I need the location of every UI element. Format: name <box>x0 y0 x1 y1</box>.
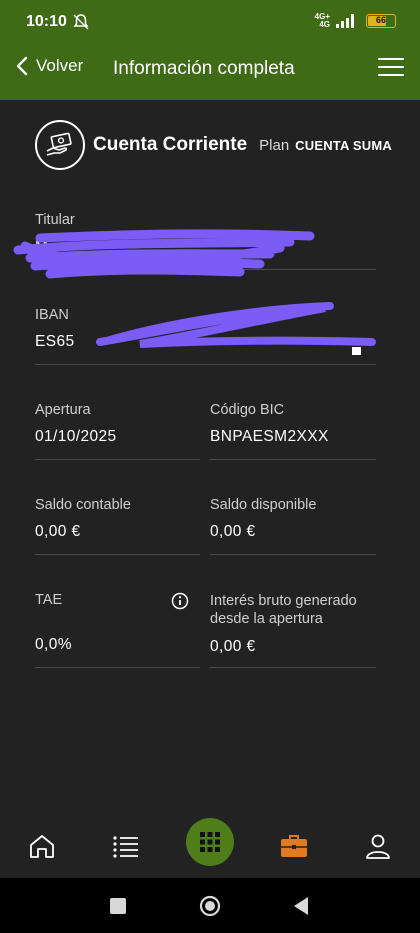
home-circle-icon[interactable] <box>199 895 221 917</box>
back-triangle-icon[interactable] <box>292 896 310 916</box>
status-time: 10:10 <box>26 13 67 30</box>
copy-icon[interactable] <box>350 346 362 356</box>
battery-icon: 66 <box>366 14 396 28</box>
user-icon[interactable] <box>364 832 392 860</box>
status-bar: 10:10 4G+ 4G 66 <box>0 0 420 42</box>
saldo-contable-label: Saldo contable <box>35 497 131 513</box>
tae-field: TAE 0,0% <box>35 592 200 668</box>
chevron-left-icon <box>16 56 28 76</box>
account-heading: Cuenta Corriente Plan CUENTA SUMA <box>35 120 392 170</box>
back-label: Volver <box>36 56 84 75</box>
tae-value: 0,0% <box>35 636 72 653</box>
saldo-contable-field: Saldo contable 0,00 € <box>35 497 200 555</box>
apertura-field: Apertura 01/10/2025 <box>35 402 200 460</box>
page-title: Información completa <box>113 58 295 79</box>
saldo-disponible-label: Saldo disponible <box>210 497 317 513</box>
grid-icon <box>200 832 220 852</box>
account-name: Cuenta Corriente <box>93 134 248 155</box>
redaction-scribble <box>96 302 376 348</box>
titular-label: Titular <box>35 212 75 228</box>
info-icon[interactable] <box>171 592 189 610</box>
apertura-value: 01/10/2025 <box>35 428 117 445</box>
battery-level: 66 <box>375 15 386 25</box>
system-navigation-bar <box>0 878 420 933</box>
grid-menu-button[interactable] <box>186 818 234 866</box>
saldo-disponible-value: 0,00 € <box>210 523 256 540</box>
redaction-scribble <box>13 229 315 279</box>
saldo-contable-value: 0,00 € <box>35 523 81 540</box>
interes-value: 0,00 € <box>210 638 256 655</box>
signal-icon <box>336 14 354 28</box>
hamburger-menu-icon[interactable] <box>378 58 404 78</box>
plan-label: Plan <box>259 136 290 154</box>
recent-apps-icon[interactable] <box>109 897 127 915</box>
bottom-navigation <box>0 818 420 878</box>
money-bill-hand-icon <box>35 120 85 170</box>
muted-bell-icon <box>73 14 89 30</box>
interes-label: Interés bruto generado desde la apertura <box>210 593 357 627</box>
bic-label: Código BIC <box>210 402 285 418</box>
network-indicator: 4G+ 4G <box>314 12 330 29</box>
back-button[interactable]: Volver <box>16 56 83 76</box>
plan-name: CUENTA SUMA <box>295 137 392 153</box>
list-icon[interactable] <box>112 832 140 860</box>
account-details-panel: Cuenta Corriente Plan CUENTA SUMA Titula… <box>0 100 420 820</box>
apertura-label: Apertura <box>35 402 91 418</box>
bic-field: Código BIC BNPAESM2XXX <box>210 402 376 460</box>
home-icon[interactable] <box>28 832 56 860</box>
bic-value: BNPAESM2XXX <box>210 428 329 445</box>
briefcase-icon[interactable] <box>280 832 308 860</box>
interes-field: Interés bruto generado desde la apertura… <box>210 592 376 668</box>
saldo-disponible-field: Saldo disponible 0,00 € <box>210 497 376 555</box>
